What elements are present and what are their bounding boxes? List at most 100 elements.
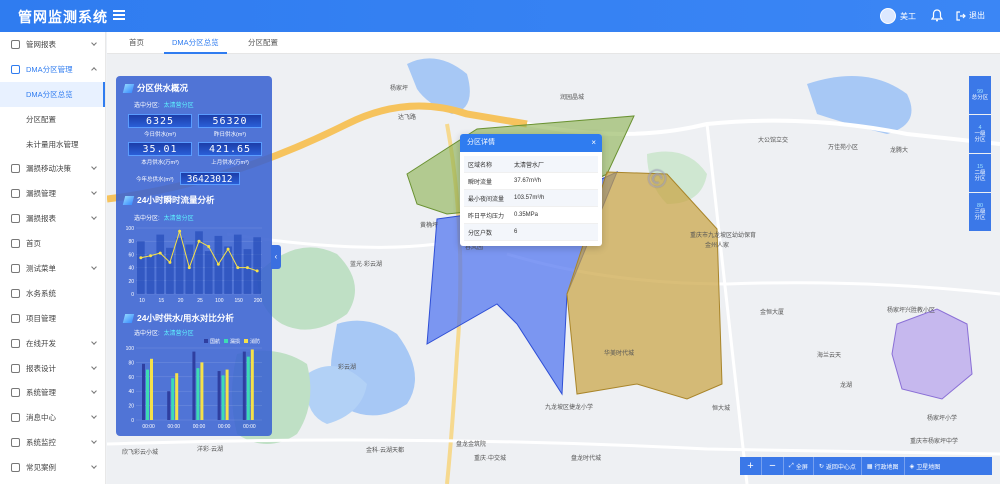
avatar [880, 8, 896, 24]
sidebar-item-label: DMA分区管理 [26, 64, 73, 74]
selected-zone-label-3: 选中分区: [134, 331, 160, 337]
zoom-in-button[interactable]: + [740, 457, 762, 475]
compare-bar [196, 368, 200, 420]
panel-collapse-handle[interactable]: ‹ [271, 245, 281, 269]
stat-month-value: 35.01 [128, 142, 192, 156]
map-label: 龙腾大 [890, 148, 909, 154]
y-tick-label: 20 [128, 404, 134, 410]
close-icon[interactable]: × [591, 134, 596, 152]
chevron-down-icon [91, 214, 97, 221]
sidebar-item-14[interactable]: 系统管理 [0, 380, 105, 405]
stat-month: 35.01 本月供水(万m³) [128, 142, 192, 166]
map-label: 杨家坪兴胜教小区 [887, 308, 936, 314]
x-tick-label: 00:00 [243, 424, 256, 430]
user-name: 美工 [900, 11, 916, 21]
sidebar-item-17[interactable]: 常见案例 [0, 455, 105, 480]
flow-bar [137, 241, 145, 294]
zone-level-3[interactable]: 80 三级 分区 [969, 193, 991, 231]
y-tick-label: 100 [126, 346, 135, 352]
chevron-down-icon [91, 413, 97, 420]
section-logo-icon [122, 83, 135, 93]
sidebar-item-label: 分区配置 [26, 114, 56, 124]
zone-level-2[interactable]: 15 二级 分区 [969, 154, 991, 192]
bell-icon[interactable] [931, 9, 943, 22]
map-label: 龙湖 [840, 383, 853, 389]
tab-zone-config[interactable]: 分区配置 [240, 32, 286, 54]
user-menu[interactable]: 美工 [880, 8, 916, 24]
menu-icon [11, 413, 20, 423]
sidebar-item-15[interactable]: 消息中心 [0, 405, 105, 430]
popup-row: 最小夜间流量 103.57m³/h [464, 190, 598, 207]
sidebar-item-3[interactable]: 分区配置 [0, 107, 105, 132]
sidebar-item-label: 测试菜单 [26, 263, 56, 273]
menu-toggle-icon[interactable] [113, 10, 125, 20]
sidebar-item-13[interactable]: 报表设计 [0, 356, 105, 381]
x-tick-label: 00:00 [168, 424, 181, 430]
sidebar-item-6[interactable]: 漏损管理 [0, 181, 105, 206]
y-tick-label: 40 [128, 389, 134, 395]
flow-point [216, 262, 220, 266]
sidebar-item-5[interactable]: 漏损移动决策 [0, 156, 105, 181]
y-tick-label: 0 [131, 292, 134, 298]
selected-zone-label: 选中分区: [134, 103, 160, 109]
compare-bar [250, 349, 254, 420]
admin-map-button[interactable]: ▦ 行政地图 [862, 457, 905, 475]
selected-zone: 选中分区: 太清营分区 [134, 100, 194, 109]
flow-bar [156, 234, 165, 294]
map-label: 大公馆立交 [758, 138, 789, 144]
stat-today-label: 今日供水(m³) [143, 132, 177, 138]
logout-icon [956, 10, 966, 21]
sidebar-item-12[interactable]: 在线开发 [0, 331, 105, 356]
tab-home[interactable]: 首页 [121, 32, 152, 54]
legend-swatch [224, 339, 228, 343]
flow-point [245, 266, 249, 270]
logout-button[interactable]: 退出 [956, 10, 985, 21]
sidebar-item-label: 常见案例 [26, 463, 56, 473]
satellite-map-button[interactable]: ◈ 卫星地图 [905, 457, 946, 475]
map-label: 重庆市九龙坡区幼幼保育 [690, 233, 757, 239]
popup-row-value: 37.67m³/h [514, 178, 542, 184]
legend-label: 国航 [210, 338, 220, 345]
zone-level-0[interactable]: 99 总分区 [969, 76, 991, 114]
zone-level-stack: 99 总分区 4 一级 分区 15 二级 分区 80 三级 分区 [969, 76, 991, 232]
popup-row-value: 太清营水厂 [514, 162, 545, 169]
sidebar-item-10[interactable]: 水务系统 [0, 281, 105, 306]
stat-lastmonth-label: 上月供水(万m³) [211, 160, 249, 166]
satellite-icon: ◈ [909, 463, 915, 470]
zone-level-1[interactable]: 4 一级 分区 [969, 115, 991, 153]
map-label: 黄桷坪 [420, 223, 439, 229]
chevron-down-icon [91, 40, 97, 46]
compare-bar [150, 358, 153, 420]
sidebar-item-2[interactable]: DMA分区总览 [0, 81, 105, 107]
chevron-down-icon [91, 388, 97, 395]
popup-row-value: 0.35MPa [514, 212, 539, 218]
compare-bar [217, 371, 221, 420]
map-label: 海兰云天 [817, 353, 842, 359]
stat-lastmonth: 421.65 上月供水(万m³) [198, 142, 262, 166]
compare-bar [192, 351, 196, 420]
y-tick-label: 80 [128, 239, 134, 245]
sidebar-item-label: 管网报表 [26, 39, 56, 49]
sidebar-item-7[interactable]: 漏损报表 [0, 206, 105, 231]
sidebar-item-11[interactable]: 项目管理 [0, 306, 105, 331]
fullscreen-button[interactable]: ⤢ 全屏 [784, 457, 814, 475]
tab-dma-overview[interactable]: DMA分区总览 [164, 32, 227, 54]
selected-zone-label-2: 选中分区: [134, 216, 160, 222]
zoom-out-button[interactable]: − [762, 457, 784, 475]
section-logo-icon [122, 195, 135, 205]
sidebar-item-1[interactable]: DMA分区管理 [0, 57, 105, 82]
sidebar-item-label: 漏损管理 [26, 189, 56, 199]
sidebar-item-9[interactable]: 测试菜单 [0, 256, 105, 281]
flow-point [226, 247, 230, 251]
sidebar-item-8[interactable]: 首页 [0, 231, 105, 256]
center-button[interactable]: ↻ 返回中心点 [814, 457, 862, 475]
compare-bar [242, 351, 246, 420]
sidebar-item-4[interactable]: 未计量用水管理 [0, 132, 105, 157]
sidebar-item-0[interactable]: 管网报表 [0, 32, 105, 57]
menu-icon [11, 463, 20, 473]
chevron-down-icon [91, 363, 97, 370]
sidebar-item-16[interactable]: 系统监控 [0, 430, 105, 455]
map-label: 重庆·中交城 [474, 456, 506, 462]
map-label: 彩云湖 [338, 365, 357, 371]
sidebar-item-label: 未计量用水管理 [26, 139, 79, 149]
